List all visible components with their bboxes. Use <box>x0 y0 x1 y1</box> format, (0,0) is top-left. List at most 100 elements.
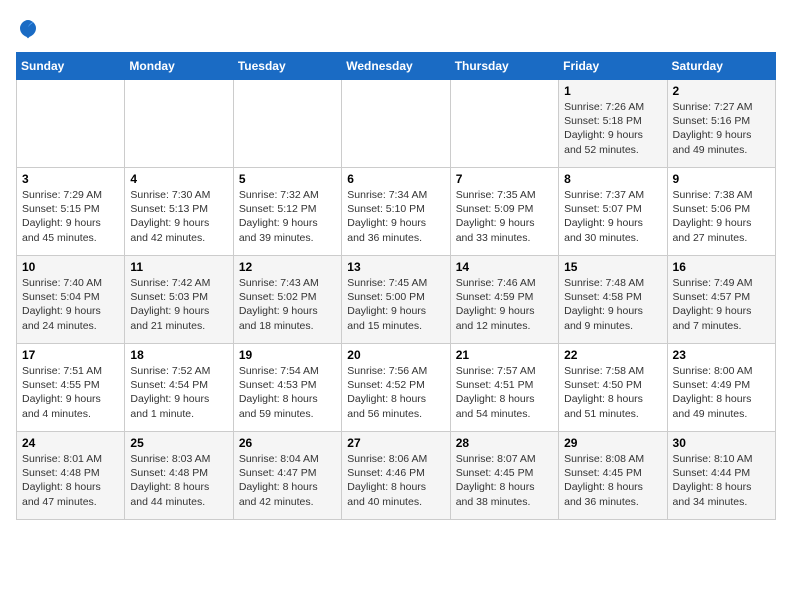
day-number: 27 <box>347 436 444 450</box>
day-number: 25 <box>130 436 227 450</box>
day-number: 26 <box>239 436 336 450</box>
day-info: Sunrise: 7:46 AM Sunset: 4:59 PM Dayligh… <box>456 276 553 333</box>
day-of-week-header: Sunday <box>17 53 125 80</box>
day-number: 11 <box>130 260 227 274</box>
calendar-cell <box>125 80 233 168</box>
day-info: Sunrise: 7:38 AM Sunset: 5:06 PM Dayligh… <box>673 188 770 245</box>
day-info: Sunrise: 7:32 AM Sunset: 5:12 PM Dayligh… <box>239 188 336 245</box>
day-of-week-header: Monday <box>125 53 233 80</box>
day-info: Sunrise: 7:42 AM Sunset: 5:03 PM Dayligh… <box>130 276 227 333</box>
day-number: 18 <box>130 348 227 362</box>
day-info: Sunrise: 7:37 AM Sunset: 5:07 PM Dayligh… <box>564 188 661 245</box>
calendar-cell: 5 Sunrise: 7:32 AM Sunset: 5:12 PM Daylig… <box>233 168 341 256</box>
day-info: Sunrise: 8:03 AM Sunset: 4:48 PM Dayligh… <box>130 452 227 509</box>
day-number: 7 <box>456 172 553 186</box>
calendar-cell: 27Sunrise: 8:06 AM Sunset: 4:46 PM Dayli… <box>342 432 450 520</box>
calendar-cell: 25 Sunrise: 8:03 AM Sunset: 4:48 PM Dayli… <box>125 432 233 520</box>
calendar-week-row: 17 Sunrise: 7:51 AM Sunset: 4:55 PM Dayli… <box>17 344 776 432</box>
day-number: 29 <box>564 436 661 450</box>
day-info: Sunrise: 7:52 AM Sunset: 4:54 PM Dayligh… <box>130 364 227 421</box>
calendar-cell: 12 Sunrise: 7:43 AM Sunset: 5:02 PM Dayli… <box>233 256 341 344</box>
day-number: 6 <box>347 172 444 186</box>
calendar-cell: 28Sunrise: 8:07 AM Sunset: 4:45 PM Dayli… <box>450 432 558 520</box>
calendar-cell: 2 Sunrise: 7:27 AM Sunset: 5:16 PM Daylig… <box>667 80 775 168</box>
calendar-cell: 8 Sunrise: 7:37 AM Sunset: 5:07 PM Daylig… <box>559 168 667 256</box>
calendar-cell: 4 Sunrise: 7:30 AM Sunset: 5:13 PM Daylig… <box>125 168 233 256</box>
day-info: Sunrise: 7:56 AM Sunset: 4:52 PM Dayligh… <box>347 364 444 421</box>
day-info: Sunrise: 8:07 AM Sunset: 4:45 PM Dayligh… <box>456 452 553 509</box>
day-of-week-header: Wednesday <box>342 53 450 80</box>
day-number: 24 <box>22 436 119 450</box>
day-number: 22 <box>564 348 661 362</box>
day-info: Sunrise: 7:34 AM Sunset: 5:10 PM Dayligh… <box>347 188 444 245</box>
calendar-cell: 1Sunrise: 7:26 AM Sunset: 5:18 PM Daylig… <box>559 80 667 168</box>
day-info: Sunrise: 7:48 AM Sunset: 4:58 PM Dayligh… <box>564 276 661 333</box>
day-of-week-header: Thursday <box>450 53 558 80</box>
day-info: Sunrise: 8:04 AM Sunset: 4:47 PM Dayligh… <box>239 452 336 509</box>
calendar-cell: 14 Sunrise: 7:46 AM Sunset: 4:59 PM Dayli… <box>450 256 558 344</box>
calendar-cell <box>17 80 125 168</box>
calendar-cell: 19Sunrise: 7:54 AM Sunset: 4:53 PM Dayli… <box>233 344 341 432</box>
calendar-cell: 24Sunrise: 8:01 AM Sunset: 4:48 PM Dayli… <box>17 432 125 520</box>
day-number: 14 <box>456 260 553 274</box>
calendar-cell: 22Sunrise: 7:58 AM Sunset: 4:50 PM Dayli… <box>559 344 667 432</box>
day-number: 16 <box>673 260 770 274</box>
day-info: Sunrise: 7:51 AM Sunset: 4:55 PM Dayligh… <box>22 364 119 421</box>
logo-icon <box>16 16 40 40</box>
calendar-cell: 6 Sunrise: 7:34 AM Sunset: 5:10 PM Daylig… <box>342 168 450 256</box>
day-of-week-header: Friday <box>559 53 667 80</box>
calendar-week-row: 1Sunrise: 7:26 AM Sunset: 5:18 PM Daylig… <box>17 80 776 168</box>
day-number: 4 <box>130 172 227 186</box>
day-number: 10 <box>22 260 119 274</box>
day-number: 30 <box>673 436 770 450</box>
calendar-cell <box>233 80 341 168</box>
calendar-cell: 17 Sunrise: 7:51 AM Sunset: 4:55 PM Dayli… <box>17 344 125 432</box>
calendar-cell: 20 Sunrise: 7:56 AM Sunset: 4:52 PM Dayli… <box>342 344 450 432</box>
calendar-cell: 3 Sunrise: 7:29 AM Sunset: 5:15 PM Daylig… <box>17 168 125 256</box>
calendar-cell: 9 Sunrise: 7:38 AM Sunset: 5:06 PM Daylig… <box>667 168 775 256</box>
day-number: 8 <box>564 172 661 186</box>
calendar-week-row: 3 Sunrise: 7:29 AM Sunset: 5:15 PM Daylig… <box>17 168 776 256</box>
day-info: Sunrise: 7:27 AM Sunset: 5:16 PM Dayligh… <box>673 100 770 157</box>
calendar-cell: 21 Sunrise: 7:57 AM Sunset: 4:51 PM Dayli… <box>450 344 558 432</box>
day-info: Sunrise: 7:49 AM Sunset: 4:57 PM Dayligh… <box>673 276 770 333</box>
day-number: 17 <box>22 348 119 362</box>
logo <box>16 16 44 40</box>
day-info: Sunrise: 8:10 AM Sunset: 4:44 PM Dayligh… <box>673 452 770 509</box>
day-info: Sunrise: 8:08 AM Sunset: 4:45 PM Dayligh… <box>564 452 661 509</box>
day-number: 3 <box>22 172 119 186</box>
calendar-header-row: SundayMondayTuesdayWednesdayThursdayFrid… <box>17 53 776 80</box>
calendar-cell: 18 Sunrise: 7:52 AM Sunset: 4:54 PM Dayli… <box>125 344 233 432</box>
day-number: 2 <box>673 84 770 98</box>
header <box>16 16 776 40</box>
calendar-cell: 26 Sunrise: 8:04 AM Sunset: 4:47 PM Dayli… <box>233 432 341 520</box>
day-number: 1 <box>564 84 661 98</box>
day-of-week-header: Saturday <box>667 53 775 80</box>
day-number: 15 <box>564 260 661 274</box>
calendar-cell: 23Sunrise: 8:00 AM Sunset: 4:49 PM Dayli… <box>667 344 775 432</box>
calendar-cell: 15 Sunrise: 7:48 AM Sunset: 4:58 PM Dayli… <box>559 256 667 344</box>
calendar-cell: 13 Sunrise: 7:45 AM Sunset: 5:00 PM Dayli… <box>342 256 450 344</box>
day-number: 9 <box>673 172 770 186</box>
calendar-cell: 11 Sunrise: 7:42 AM Sunset: 5:03 PM Dayli… <box>125 256 233 344</box>
calendar-week-row: 10Sunrise: 7:40 AM Sunset: 5:04 PM Dayli… <box>17 256 776 344</box>
day-number: 13 <box>347 260 444 274</box>
day-info: Sunrise: 7:29 AM Sunset: 5:15 PM Dayligh… <box>22 188 119 245</box>
day-number: 12 <box>239 260 336 274</box>
day-of-week-header: Tuesday <box>233 53 341 80</box>
day-info: Sunrise: 7:57 AM Sunset: 4:51 PM Dayligh… <box>456 364 553 421</box>
day-info: Sunrise: 7:35 AM Sunset: 5:09 PM Dayligh… <box>456 188 553 245</box>
day-number: 5 <box>239 172 336 186</box>
day-number: 21 <box>456 348 553 362</box>
calendar-cell: 30 Sunrise: 8:10 AM Sunset: 4:44 PM Dayli… <box>667 432 775 520</box>
calendar-cell <box>342 80 450 168</box>
day-info: Sunrise: 7:43 AM Sunset: 5:02 PM Dayligh… <box>239 276 336 333</box>
calendar-body: 1Sunrise: 7:26 AM Sunset: 5:18 PM Daylig… <box>17 80 776 520</box>
calendar-cell: 16 Sunrise: 7:49 AM Sunset: 4:57 PM Dayli… <box>667 256 775 344</box>
calendar-cell: 29 Sunrise: 8:08 AM Sunset: 4:45 PM Dayli… <box>559 432 667 520</box>
day-number: 20 <box>347 348 444 362</box>
day-info: Sunrise: 7:30 AM Sunset: 5:13 PM Dayligh… <box>130 188 227 245</box>
day-info: Sunrise: 7:45 AM Sunset: 5:00 PM Dayligh… <box>347 276 444 333</box>
day-number: 23 <box>673 348 770 362</box>
calendar-cell: 10Sunrise: 7:40 AM Sunset: 5:04 PM Dayli… <box>17 256 125 344</box>
